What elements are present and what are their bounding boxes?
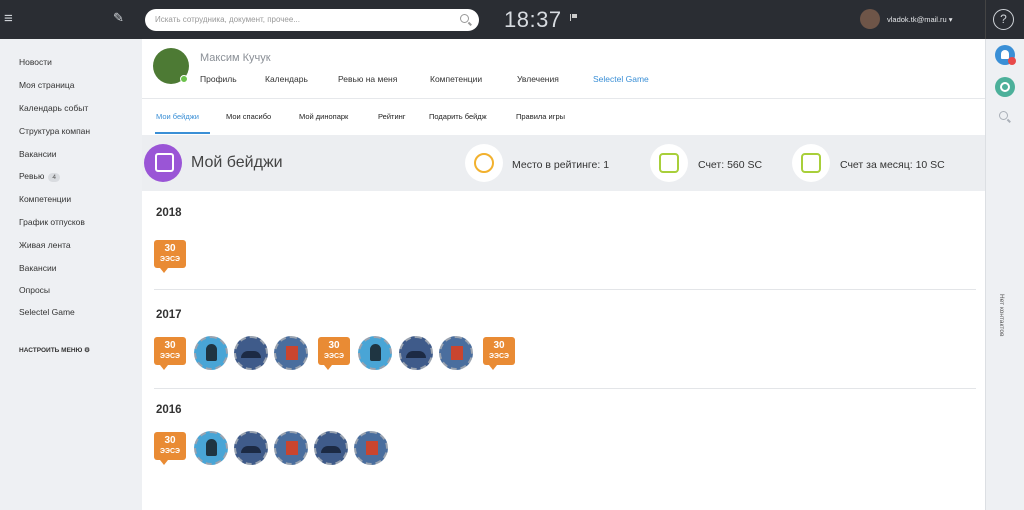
user-avatar[interactable] [860, 9, 880, 29]
badge-30-days[interactable]: 30 ЭЭСЭ [318, 337, 350, 370]
sidebar-item-vacancies-2[interactable]: Вакансии [19, 263, 97, 273]
right-bar: Нет контактов [985, 39, 1024, 510]
person-icon [792, 144, 830, 182]
badge-round[interactable] [399, 336, 433, 370]
sidebar-item-my-page[interactable]: Моя страница [19, 80, 97, 90]
sidebar-item-competencies[interactable]: Компетенции [19, 194, 97, 204]
configure-menu-button[interactable]: НАСТРОИТЬ МЕНЮ ⚙ [19, 346, 90, 354]
year-divider [154, 289, 976, 290]
active-tab-indicator [155, 132, 210, 134]
no-contacts-label: Нет контактов [998, 294, 1005, 337]
year-divider [154, 388, 976, 389]
search-icon[interactable] [999, 111, 1008, 120]
sidebar-item-selectel-game[interactable]: Selectel Game [19, 307, 97, 317]
count-badge: 4 [48, 173, 60, 182]
year-heading: 2016 [156, 404, 182, 416]
divider [142, 98, 985, 99]
money-icon [650, 144, 688, 182]
year-heading: 2018 [156, 207, 182, 219]
year-heading: 2017 [156, 309, 182, 321]
badge-30-days[interactable]: 30 ЭЭСЭ [483, 337, 515, 370]
sidebar-item-calendar[interactable]: Календарь событ [19, 103, 97, 113]
user-email[interactable]: vladok.tk@mail.ru ▾ [887, 15, 953, 24]
tab-calendar[interactable]: Календарь [265, 74, 308, 84]
rating-place: Место в рейтинге: 1 [512, 159, 610, 171]
sidebar-item-vacancies[interactable]: Вакансии [19, 149, 97, 159]
search-placeholder: Искать сотрудника, документ, прочее... [155, 15, 300, 24]
badge-30-days[interactable]: 30 ЭЭСЭ [154, 432, 186, 465]
clock: 18:37 [504, 7, 562, 32]
tab-selectel-game[interactable]: Selectel Game [593, 74, 649, 84]
help-button[interactable]: ? [993, 9, 1014, 30]
tab-profile[interactable]: Профиль [200, 74, 237, 84]
badge-round[interactable] [194, 336, 228, 370]
subtab-game-rules[interactable]: Правила игры [516, 112, 565, 121]
hamburger-menu-icon[interactable]: ≡ [4, 10, 18, 28]
sidebar-item-vacation-schedule[interactable]: График отпусков [19, 217, 97, 227]
gear-icon: ⚙ [84, 347, 90, 354]
badge-round[interactable] [234, 336, 268, 370]
subtab-gift-badge[interactable]: Подарить бейдж [429, 112, 487, 121]
sidebar-item-news[interactable]: Новости [19, 57, 97, 67]
notification-dot [1008, 57, 1016, 65]
badges-banner: Мой бейджи Место в рейтинге: 1 Счет: 560… [142, 135, 985, 191]
pen-icon[interactable]: ✎ [113, 10, 124, 26]
sidebar-item-polls[interactable]: Опросы [19, 285, 97, 295]
subtab-my-badges[interactable]: Мои бейджи [156, 112, 199, 121]
badge-round[interactable] [194, 431, 228, 465]
search-icon[interactable] [460, 14, 469, 23]
sidebar-item-review[interactable]: Ревью 4 [19, 171, 97, 182]
badge-30-days[interactable]: 30 ЭЭСЭ [154, 337, 186, 370]
subtab-rating[interactable]: Рейтинг [378, 112, 406, 121]
search-input[interactable]: Искать сотрудника, документ, прочее... [145, 9, 479, 31]
flag-icon[interactable] [570, 14, 580, 21]
badge-round[interactable] [274, 336, 308, 370]
top-divider [985, 0, 986, 39]
sidebar-item-label: Ревью [19, 171, 45, 181]
tab-competencies[interactable]: Компетенции [430, 74, 482, 84]
banner-title: Мой бейджи [191, 154, 283, 171]
month-score: Счет за месяц: 10 SC [840, 159, 945, 171]
sidebar-item-live-feed[interactable]: Живая лента [19, 240, 97, 250]
subtab-my-thanks[interactable]: Мои спасибо [226, 112, 271, 121]
profile-name: Максим Кучук [200, 52, 271, 64]
badges-icon [144, 144, 182, 182]
top-bar: ≡ ✎ Искать сотрудника, документ, прочее.… [0, 0, 1024, 39]
badge-round[interactable] [234, 431, 268, 465]
tab-review-on-me[interactable]: Ревью на меня [338, 74, 397, 84]
online-status-icon [180, 75, 188, 83]
main-content: Максим Кучук Профиль Календарь Ревью на … [142, 39, 985, 510]
badge-30-days[interactable]: 30 ЭЭСЭ [154, 240, 186, 273]
badge-round[interactable] [354, 431, 388, 465]
badge-round[interactable] [358, 336, 392, 370]
badge-round[interactable] [274, 431, 308, 465]
sidebar-item-structure[interactable]: Структура компан [19, 126, 97, 136]
badge-round[interactable] [439, 336, 473, 370]
sidebar: Новости Моя страница Календарь событ Стр… [0, 39, 142, 510]
chat-icon[interactable] [995, 77, 1015, 97]
score: Счет: 560 SC [698, 159, 763, 171]
tab-hobbies[interactable]: Увлечения [517, 74, 559, 84]
subtab-my-dinopark[interactable]: Мой динопарк [299, 112, 348, 121]
badge-round[interactable] [314, 431, 348, 465]
star-icon [465, 144, 503, 182]
